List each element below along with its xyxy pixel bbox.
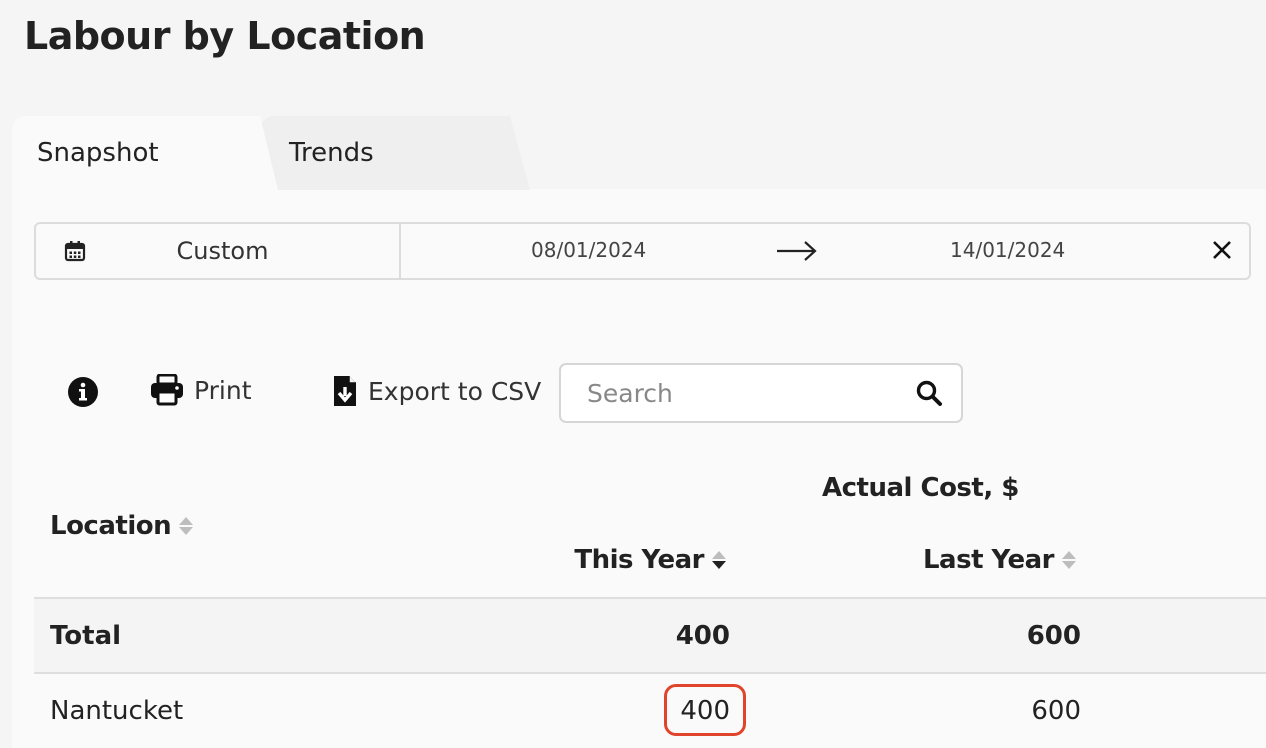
print-button[interactable]: Print: [150, 374, 252, 406]
total-label: Total: [50, 620, 122, 651]
search-input[interactable]: [587, 378, 915, 408]
row-this-year[interactable]: 400: [680, 696, 730, 726]
snapshot-panel: Custom 08/01/2024 14/01/2024 Print Expor…: [12, 189, 1266, 748]
tab-trends-label: Trends: [289, 138, 374, 168]
calendar-icon: [64, 241, 86, 262]
range-preset-label: Custom: [176, 237, 269, 265]
end-date-input[interactable]: 14/01/2024: [950, 238, 1065, 262]
arrow-right-icon: [777, 241, 817, 261]
column-group-actual-cost: Actual Cost, $: [822, 473, 1019, 503]
search-field: [559, 363, 963, 423]
tab-trends[interactable]: Trends: [260, 116, 530, 190]
printer-icon: [151, 374, 183, 406]
date-range-picker: Custom 08/01/2024 14/01/2024: [34, 222, 1251, 280]
search-icon[interactable]: [915, 379, 943, 407]
total-this-year: 400: [675, 620, 730, 651]
report-toolbar: Print Export to CSV: [12, 363, 1266, 423]
close-icon[interactable]: [1211, 239, 1233, 261]
print-label: Print: [194, 375, 252, 405]
column-header-last-year[interactable]: Last Year: [923, 545, 1076, 575]
tab-snapshot-label: Snapshot: [37, 138, 159, 168]
column-header-this-year[interactable]: This Year: [574, 545, 726, 575]
table-total-row: Total 400 600: [34, 597, 1266, 672]
start-date-input[interactable]: 08/01/2024: [531, 238, 646, 262]
export-csv-button[interactable]: Export to CSV: [332, 374, 541, 408]
column-header-location-label: Location: [50, 511, 172, 541]
tab-snapshot[interactable]: Snapshot: [12, 116, 278, 190]
sort-icon: [1062, 549, 1076, 571]
page-title: Labour by Location: [24, 14, 426, 58]
export-csv-label: Export to CSV: [368, 376, 542, 406]
row-location: Nantucket: [50, 695, 184, 726]
tab-bar: Trends Snapshot: [12, 116, 532, 190]
table-row[interactable]: Nantucket 400 600: [34, 672, 1266, 747]
column-header-this-year-label: This Year: [574, 545, 704, 575]
row-last-year: 600: [1031, 695, 1081, 726]
sort-icon: [179, 515, 194, 537]
file-download-icon: [334, 376, 356, 406]
total-last-year: 600: [1026, 620, 1081, 651]
column-group-label: Actual Cost, $: [822, 473, 1019, 503]
column-header-location[interactable]: Location: [50, 511, 194, 541]
info-icon[interactable]: [67, 376, 99, 408]
sort-desc-icon: [712, 549, 726, 571]
range-preset-select[interactable]: Custom: [36, 224, 401, 278]
column-header-last-year-label: Last Year: [922, 545, 1055, 575]
